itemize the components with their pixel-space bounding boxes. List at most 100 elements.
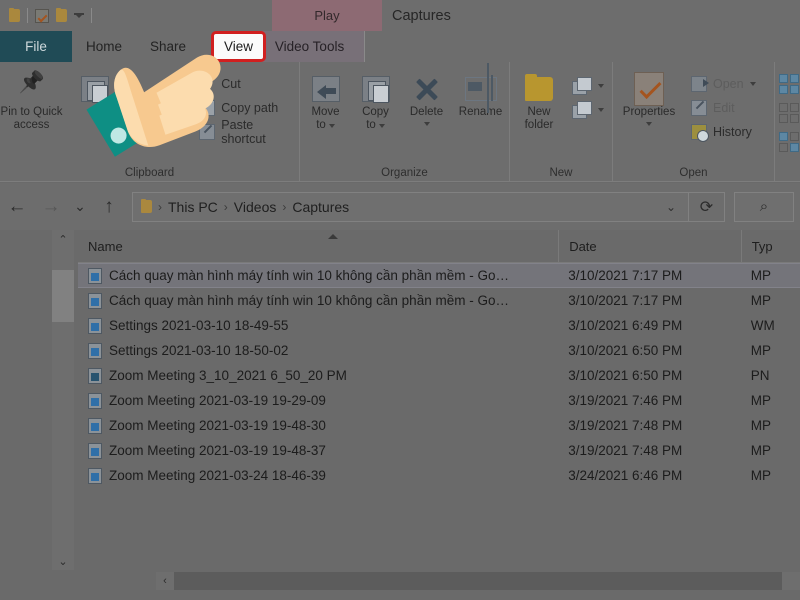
table-row[interactable]: Settings 2021-03-10 18-49-55 3/10/2021 6:… <box>78 313 800 338</box>
table-row[interactable]: Cách quay màn hình máy tính win 10 không… <box>78 263 800 288</box>
chevron-left-icon[interactable]: ‹ <box>156 575 174 587</box>
cell-type: MP <box>750 343 771 358</box>
easy-access-button[interactable] <box>566 98 610 122</box>
history-icon <box>691 124 709 142</box>
pin-to-quick-access-button[interactable]: Pin to Quick access <box>0 66 63 132</box>
chevron-down-icon[interactable]: ⌄ <box>658 200 684 214</box>
pin-icon <box>19 76 45 102</box>
scrollbar-thumb[interactable] <box>52 270 74 322</box>
invert-selection-button[interactable] <box>779 130 799 154</box>
chevron-down-icon <box>423 122 430 126</box>
new-folder-icon[interactable] <box>56 8 67 22</box>
ribbon-group-label-select <box>775 165 800 181</box>
open-button[interactable]: Open <box>685 72 762 96</box>
file-rows: Cách quay màn hình máy tính win 10 không… <box>78 263 800 488</box>
table-row[interactable]: Cách quay màn hình máy tính win 10 không… <box>78 288 800 313</box>
chevron-down-icon <box>378 123 385 128</box>
chevron-down-icon <box>328 123 335 128</box>
move-to-button[interactable]: Move to <box>301 66 351 132</box>
select-none-icon <box>779 103 799 123</box>
delete-icon <box>412 74 442 104</box>
cell-date: 3/10/2021 7:17 PM <box>568 293 683 308</box>
cell-type: MP <box>750 268 771 283</box>
recent-locations-button[interactable]: ⌄ <box>68 189 92 225</box>
ribbon-group-organize: Move to Copy to Delete Rename Organize <box>300 62 510 181</box>
cell-date: 3/19/2021 7:48 PM <box>568 418 683 433</box>
file-name-label: Zoom Meeting 2021-03-19 19-48-37 <box>109 443 326 458</box>
table-row[interactable]: Zoom Meeting 2021-03-19 19-48-30 3/19/202… <box>78 413 800 438</box>
edit-button[interactable]: Edit <box>685 96 762 120</box>
back-button[interactable]: ← <box>0 189 34 225</box>
breadcrumb-captures[interactable]: Captures <box>288 199 353 215</box>
contextual-tools-title: Play <box>314 8 340 23</box>
new-folder-button[interactable]: New folder <box>512 66 566 132</box>
customize-dropdown-icon[interactable] <box>74 13 84 18</box>
chevron-down-icon <box>646 122 652 126</box>
forward-button[interactable]: → <box>34 189 68 225</box>
cell-name: Zoom Meeting 2021-03-24 18-46-39 <box>78 467 558 484</box>
table-row[interactable]: Zoom Meeting 2021-03-24 18-46-39 3/24/202… <box>78 463 800 488</box>
cell-date: 3/19/2021 7:48 PM <box>568 443 683 458</box>
chevron-down-icon <box>749 82 756 86</box>
address-bar: ← → ⌄ ↑ › This PC › Videos › Captures ⌄ … <box>0 183 800 230</box>
video-file-icon <box>88 467 102 484</box>
ribbon-group-select <box>775 62 800 181</box>
table-row[interactable]: Zoom Meeting 2021-03-19 19-48-37 3/19/202… <box>78 438 800 463</box>
new-item-button[interactable] <box>566 74 610 98</box>
column-headers: Name Date Typ <box>78 229 800 263</box>
cell-name: Zoom Meeting 2021-03-19 19-48-30 <box>78 417 558 434</box>
ribbon-group-open: Properties Open Edit History Open <box>613 62 775 181</box>
breadcrumb-separator: › <box>158 199 162 214</box>
properties-button[interactable]: Properties <box>613 66 685 126</box>
pointing-hand-cursor <box>86 54 221 157</box>
address-path-field[interactable]: › This PC › Videos › Captures ⌄ <box>132 191 689 222</box>
invert-selection-icon <box>779 132 799 152</box>
table-row[interactable]: Zoom Meeting 3_10_2021 6_50_20 PM 3/10/20… <box>78 363 800 388</box>
sort-ascending-icon <box>328 233 338 239</box>
cell-type: MP <box>750 468 771 483</box>
up-button[interactable]: ↑ <box>92 189 126 225</box>
horizontal-scrollbar[interactable]: ‹ <box>156 572 800 590</box>
chevron-up-icon[interactable]: ⌃ <box>58 230 67 248</box>
scrollbar-thumb[interactable] <box>174 572 782 590</box>
tab-video-tools[interactable]: Video Tools <box>255 31 366 62</box>
search-input[interactable]: ⌕ <box>734 191 794 222</box>
contextual-tools-band: Play <box>272 0 382 31</box>
column-header-name[interactable]: Name <box>78 230 558 263</box>
file-name-label: Zoom Meeting 3_10_2021 6_50_20 PM <box>109 368 347 383</box>
cell-name: Zoom Meeting 2021-03-19 19-48-37 <box>78 442 558 459</box>
tab-file[interactable]: File <box>0 31 72 62</box>
file-name-label: Cách quay màn hình máy tính win 10 không… <box>109 268 509 283</box>
chevron-down-icon[interactable]: ⌄ <box>58 552 67 570</box>
folder-icon[interactable] <box>9 8 20 22</box>
refresh-button[interactable]: ⟳ <box>689 191 725 222</box>
new-item-icon <box>572 77 592 95</box>
delete-button[interactable]: Delete <box>401 66 453 126</box>
table-row[interactable]: Zoom Meeting 2021-03-19 19-29-09 3/19/202… <box>78 388 800 413</box>
select-none-button[interactable] <box>779 101 799 125</box>
table-row[interactable]: Settings 2021-03-10 18-50-02 3/10/2021 6:… <box>78 338 800 363</box>
rename-button[interactable]: Rename <box>453 66 509 119</box>
scrollbar-track[interactable] <box>52 248 74 552</box>
video-file-icon <box>88 317 102 334</box>
column-header-type[interactable]: Typ <box>740 229 800 263</box>
copy-to-icon <box>361 76 390 103</box>
video-file-icon <box>88 392 102 409</box>
cell-type: MP <box>750 418 771 433</box>
navigation-pane-scrollbar[interactable]: ⌃ ⌄ <box>52 230 74 570</box>
cell-date: 3/10/2021 7:17 PM <box>568 268 683 283</box>
file-name-label: Cách quay màn hình máy tính win 10 không… <box>109 293 509 308</box>
select-all-icon <box>779 74 799 94</box>
breadcrumb-videos[interactable]: Videos <box>230 199 281 215</box>
copy-to-button[interactable]: Copy to <box>351 66 401 132</box>
video-file-icon <box>88 342 102 359</box>
history-button[interactable]: History <box>685 120 762 144</box>
properties-check-icon[interactable] <box>35 8 49 23</box>
ribbon-group-label-open: Open <box>679 167 708 179</box>
cell-date: 3/19/2021 7:46 PM <box>568 393 683 408</box>
cell-type: MP <box>750 443 771 458</box>
move-to-icon <box>311 76 340 102</box>
breadcrumb-this-pc[interactable]: This PC <box>164 199 222 215</box>
select-all-button[interactable] <box>779 72 799 96</box>
column-header-date[interactable]: Date <box>558 229 741 263</box>
